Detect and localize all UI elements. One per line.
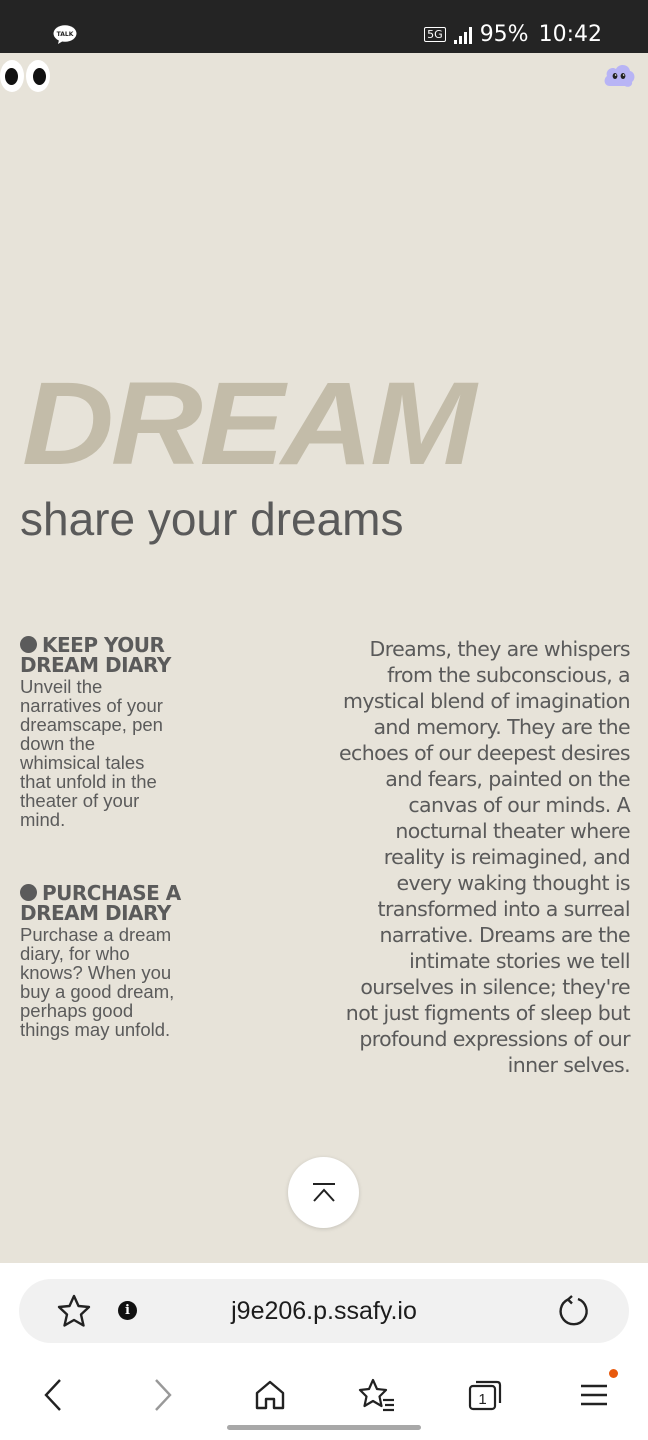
back-arrow-icon xyxy=(44,1379,61,1411)
feature-purchase-diary: PURCHASE A DREAM DIARY Purchase a dream … xyxy=(20,883,200,1039)
bookmarks-icon xyxy=(358,1378,394,1412)
bullet-dot-icon xyxy=(20,884,37,901)
browser-toolbar: i j9e206.p.ssafy.io 1 xyxy=(0,1263,648,1440)
status-indicators: 5G 95% 10:42 xyxy=(424,22,602,47)
network-icon: 5G xyxy=(424,27,446,42)
hero-title: DREAM xyxy=(22,358,476,490)
home-icon xyxy=(255,1380,285,1410)
forward-arrow-icon xyxy=(155,1379,172,1411)
feature-heading[interactable]: PURCHASE A DREAM DIARY xyxy=(20,883,200,923)
talk-icon: TALK xyxy=(53,25,77,44)
feature-heading[interactable]: KEEP YOUR DREAM DIARY xyxy=(20,635,200,675)
feature-description: Unveil the narratives of your dreamscape… xyxy=(20,676,163,830)
chevron-up-icon xyxy=(312,1182,335,1202)
forward-button[interactable] xyxy=(143,1375,183,1415)
clock: 10:42 xyxy=(538,22,602,47)
eye-icon xyxy=(0,60,24,92)
home-button[interactable] xyxy=(250,1375,290,1415)
feature-keep-diary: KEEP YOUR DREAM DIARY Unveil the narrati… xyxy=(20,635,200,829)
signal-icon xyxy=(453,26,472,44)
bullet-dot-icon xyxy=(20,636,37,653)
menu-button[interactable] xyxy=(574,1369,618,1415)
svg-text:1: 1 xyxy=(478,1391,486,1408)
status-bar: TALK 5G 95% 10:42 xyxy=(0,0,648,53)
eye-icon xyxy=(26,60,50,92)
address-bar[interactable]: i j9e206.p.ssafy.io xyxy=(19,1279,629,1343)
bookmarks-button[interactable] xyxy=(357,1375,397,1415)
reload-icon[interactable] xyxy=(557,1294,591,1328)
tabs-button[interactable]: 1 xyxy=(465,1375,505,1415)
dream-quote: Dreams, they are whispers from the subco… xyxy=(339,637,631,1077)
battery-level: 95% xyxy=(479,22,529,47)
eyes-logo[interactable] xyxy=(0,60,50,92)
svg-text:TALK: TALK xyxy=(57,31,74,38)
home-indicator[interactable] xyxy=(227,1425,421,1430)
back-button[interactable] xyxy=(33,1375,73,1415)
scroll-top-button[interactable] xyxy=(288,1157,359,1228)
feature-description: Purchase a dream diary, for who knows? W… xyxy=(20,924,175,1040)
menu-icon xyxy=(581,1384,607,1406)
notification-dot xyxy=(609,1369,618,1378)
url-text[interactable]: j9e206.p.ssafy.io xyxy=(19,1297,629,1326)
cloud-icon[interactable] xyxy=(602,62,636,88)
tabs-icon: 1 xyxy=(468,1380,502,1411)
browser-nav-bar: 1 xyxy=(0,1363,648,1423)
hero-subtitle: share your dreams xyxy=(20,493,404,545)
